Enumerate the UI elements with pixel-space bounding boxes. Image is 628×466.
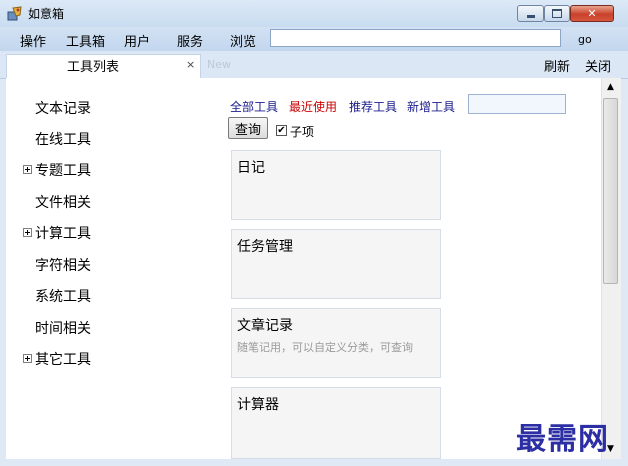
subitem-checkbox[interactable]: ✔ <box>276 125 287 136</box>
filter-recommended[interactable]: 推荐工具 <box>349 98 397 115</box>
tree-item-string[interactable]: 字符相关 <box>35 255 91 275</box>
menu-item-toolbox[interactable]: 工具箱 <box>66 31 105 50</box>
menu-item-browse[interactable]: 浏览 <box>230 31 256 50</box>
expand-icon[interactable] <box>23 228 32 237</box>
tool-card-calculator[interactable]: 计算器 <box>231 387 441 459</box>
menu-item-user[interactable]: 用户 <box>124 31 150 50</box>
tree-item-calc-tools[interactable]: 计算工具 <box>35 223 91 243</box>
tool-card-title: 日记 <box>237 160 265 176</box>
tool-card-task[interactable]: 任务管理 <box>231 229 441 299</box>
tool-card-desc: 随笔记用，可以自定义分类，可查询 <box>237 341 413 354</box>
subitem-label: 子项 <box>290 125 315 139</box>
tab-tool-list-label: 工具列表 <box>67 60 120 75</box>
tool-card-diary[interactable]: 日记 <box>231 150 441 220</box>
tool-search-input[interactable] <box>468 94 566 114</box>
filter-new[interactable]: 新增工具 <box>407 98 455 115</box>
expand-icon[interactable] <box>23 354 32 363</box>
close-tab-button[interactable]: 关闭 <box>585 56 611 75</box>
tree-item-text-record[interactable]: 文本记录 <box>35 98 91 118</box>
scroll-up-icon[interactable]: ▲ <box>601 78 620 96</box>
tree-item-system-tools[interactable]: 系统工具 <box>35 286 91 306</box>
url-input[interactable] <box>270 29 561 47</box>
tool-card-title: 计算器 <box>237 397 279 413</box>
menu-item-operate[interactable]: 操作 <box>20 31 46 50</box>
minimize-icon <box>526 14 535 18</box>
expand-icon[interactable] <box>23 165 32 174</box>
tree-item-file[interactable]: 文件相关 <box>35 192 91 212</box>
go-button[interactable]: go <box>578 33 592 46</box>
tree-item-time[interactable]: 时间相关 <box>35 318 91 338</box>
filter-all-tools[interactable]: 全部工具 <box>230 98 278 115</box>
tree-item-topic-tools[interactable]: 专题工具 <box>35 160 91 180</box>
scroll-thumb[interactable] <box>603 98 618 284</box>
filter-recent[interactable]: 最近使用 <box>289 98 337 115</box>
window-bottom-border <box>0 459 628 466</box>
minimize-button[interactable] <box>517 5 544 22</box>
maximize-button[interactable] <box>544 5 570 22</box>
tool-card-article[interactable]: 文章记录 随笔记用，可以自定义分类，可查询 <box>231 308 441 378</box>
window-title: 如意箱 <box>28 7 65 21</box>
query-button[interactable]: 查询 <box>228 117 268 139</box>
tree-item-online-tools[interactable]: 在线工具 <box>35 129 91 149</box>
tool-card-title: 文章记录 <box>237 318 293 334</box>
app-logo-icon <box>7 6 22 21</box>
tool-card-title: 任务管理 <box>237 239 293 255</box>
tab-new[interactable]: New <box>207 58 231 71</box>
close-window-button[interactable]: ✕ <box>570 5 614 22</box>
tree-item-other-tools[interactable]: 其它工具 <box>35 349 91 369</box>
close-icon: ✕ <box>587 7 597 20</box>
watermark: 最需网 <box>516 422 609 457</box>
maximize-icon <box>552 9 562 18</box>
menu-item-service[interactable]: 服务 <box>177 31 203 50</box>
tab-close-icon[interactable]: × <box>186 58 195 71</box>
refresh-button[interactable]: 刷新 <box>544 56 570 75</box>
